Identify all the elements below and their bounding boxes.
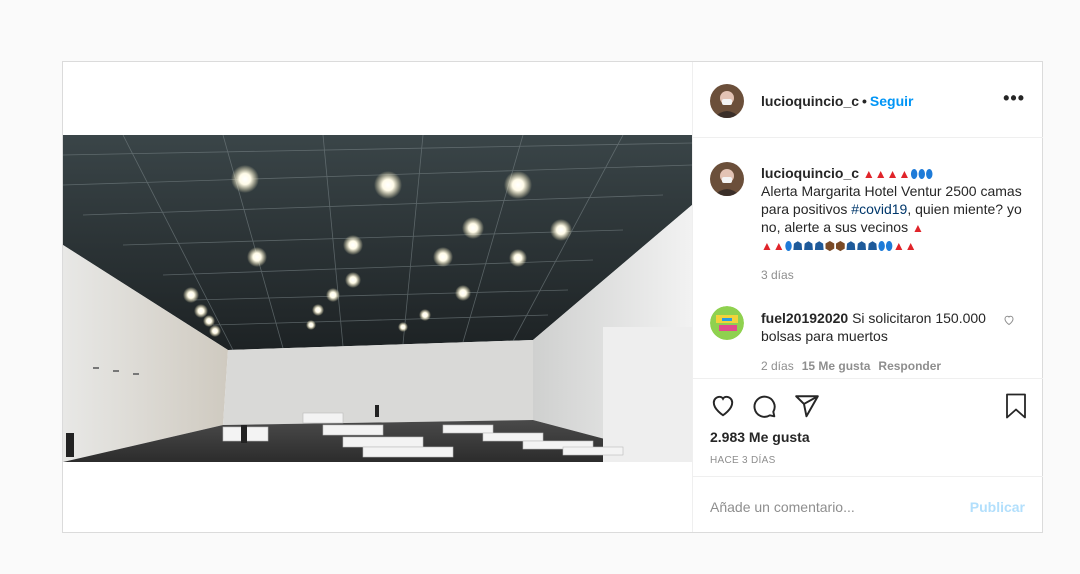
pill-emoji: ⬮ [784, 239, 793, 253]
reply-button[interactable]: Responder [878, 359, 941, 373]
more-options-icon[interactable]: ••• [1003, 88, 1025, 109]
siren-emoji: ▲▲▲▲ [862, 167, 911, 181]
comment-heart-icon[interactable] [1003, 314, 1015, 326]
caption-text: lucioquincio_c ▲▲▲▲⬮⬮⬮ Alerta Margarita … [761, 164, 1026, 254]
publish-button[interactable]: Publicar [970, 499, 1025, 515]
heart-icon[interactable] [710, 393, 736, 419]
post-header: lucioquincio_c • Seguir ••• [693, 62, 1043, 138]
comments-list[interactable]: lucioquincio_c ▲▲▲▲⬮⬮⬮ Alerta Margarita … [693, 138, 1043, 378]
share-icon[interactable] [794, 393, 820, 419]
follow-button[interactable]: Seguir [870, 93, 914, 109]
post-actions: 2.983 Me gusta HACE 3 DÍAS [693, 378, 1043, 479]
commenter-username[interactable]: fuel20192020 [761, 310, 848, 326]
pill-emoji: ⬮⬮⬮ [910, 167, 934, 181]
like-count[interactable]: 2.983 Me gusta [710, 429, 810, 445]
post-sidebar: lucioquincio_c • Seguir ••• lucioquincio_c… [692, 62, 1043, 532]
comment-icon[interactable] [751, 393, 777, 419]
hashtag-link[interactable]: #covid19 [851, 201, 907, 217]
zombie-emoji: ☗☗☗ [792, 239, 825, 253]
separator-dot: • [862, 93, 867, 109]
post-date[interactable]: HACE 3 DÍAS [710, 455, 776, 466]
caption-time[interactable]: 3 días [761, 268, 794, 282]
siren-emoji: ▲ [911, 221, 924, 235]
coffin-emoji: ⬢⬢ [824, 239, 846, 253]
author-avatar[interactable] [710, 84, 744, 118]
comment-text: fuel20192020 Si solicitaron 150.000 bols… [761, 309, 991, 345]
header-username-row: lucioquincio_c • Seguir [761, 93, 914, 109]
pill-emoji: ⬮⬮ [877, 239, 893, 253]
commenter-avatar[interactable] [710, 306, 744, 340]
post-media[interactable] [63, 62, 692, 532]
comment-composer: Añade un comentario... Publicar [693, 476, 1043, 533]
comment-meta: 2 días 15 Me gusta Responder [761, 359, 949, 373]
comment-likes[interactable]: 15 Me gusta [802, 359, 871, 373]
bookmark-icon[interactable] [1004, 393, 1028, 419]
zombie-emoji: ☗☗☗ [845, 239, 878, 253]
siren-emoji: ▲▲ [761, 239, 785, 253]
post-photo[interactable] [63, 135, 692, 462]
comment-time[interactable]: 2 días [761, 359, 794, 373]
post-card: lucioquincio_c • Seguir ••• lucioquincio_c… [62, 61, 1043, 533]
author-username[interactable]: lucioquincio_c [761, 93, 859, 109]
comment-input[interactable]: Añade un comentario... [710, 499, 855, 515]
caption-username[interactable]: lucioquincio_c [761, 165, 859, 181]
siren-emoji: ▲▲ [892, 239, 917, 253]
caption-avatar[interactable] [710, 162, 744, 196]
